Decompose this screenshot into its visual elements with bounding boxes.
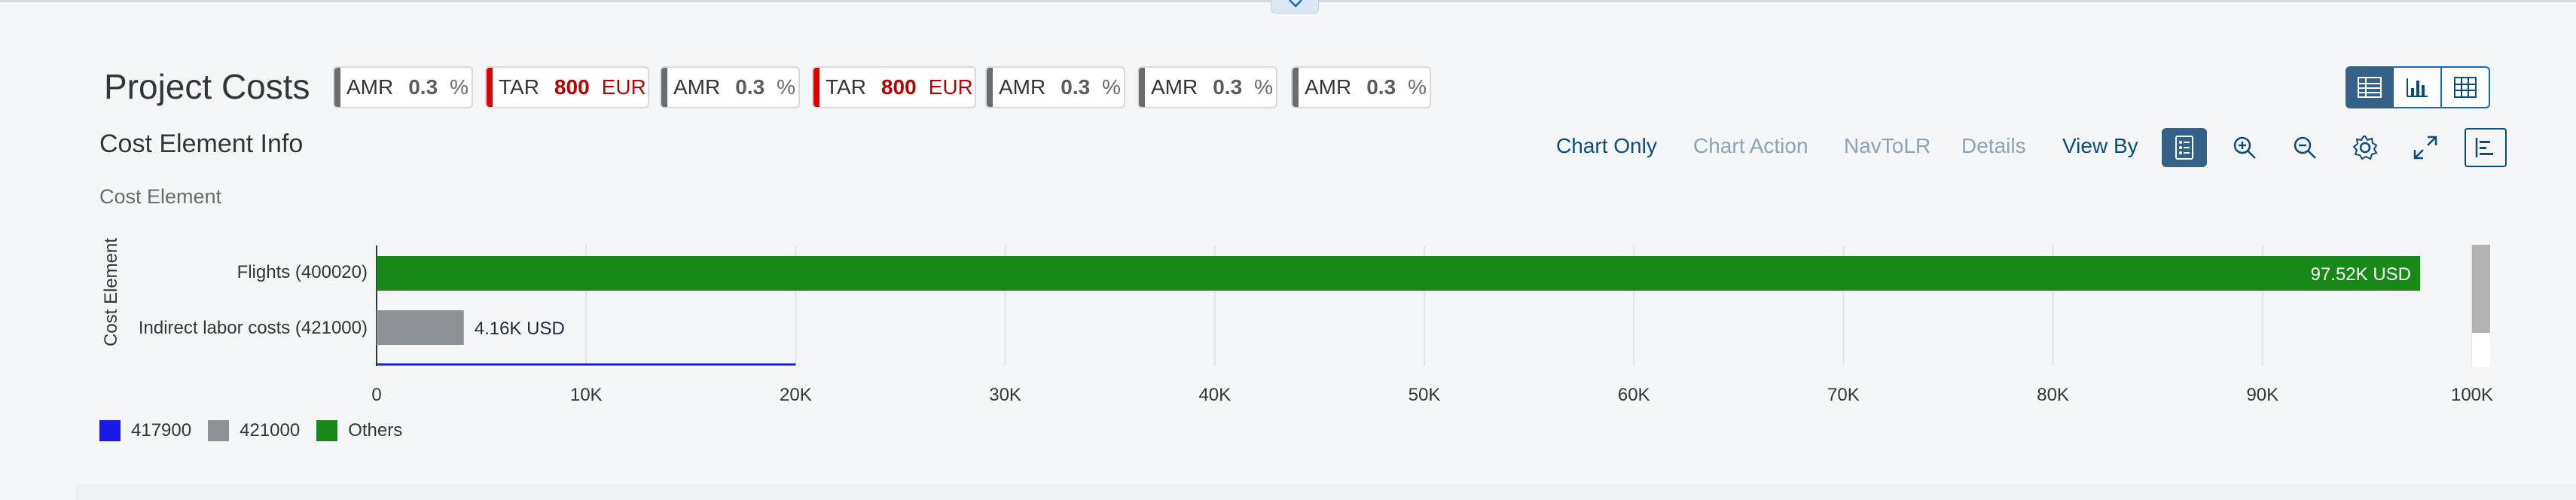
x-tick-label: 90K [2246, 385, 2278, 405]
legend-item-417900[interactable]: 417900 [99, 420, 191, 441]
data-label: 4.16K USD [475, 319, 565, 339]
chart-scrollbar-thumb[interactable] [2472, 245, 2490, 333]
legend-swatch-others [316, 420, 338, 441]
legend-label-421000: 421000 [240, 420, 301, 441]
bar-chart: 0 10K 20K 30K 40K 50K 60K 70K 80K 90K 100K 97.52K U… [371, 245, 2493, 405]
chart-legend: 417900 421000 Others [99, 420, 419, 441]
legend-label-417900: 417900 [131, 420, 192, 441]
legend-label-others: Others [348, 420, 403, 441]
chart-scrollbar[interactable] [2472, 245, 2490, 367]
x-tick-label: 70K [1827, 385, 1860, 405]
x-tick-label: 0 [371, 385, 381, 405]
x-tick-label: 80K [2037, 385, 2069, 405]
x-tick-label: 100K [2451, 385, 2493, 405]
bar-others [377, 256, 2421, 291]
x-tick-label: 40K [1198, 385, 1231, 405]
legend-swatch-417900 [99, 420, 121, 441]
x-tick-label: 30K [989, 385, 1021, 405]
x-tick-label: 50K [1409, 385, 1441, 405]
legend-item-others[interactable]: Others [316, 420, 402, 441]
x-tick-label: 60K [1618, 385, 1650, 405]
data-label: 97.52K USD [2311, 264, 2411, 285]
x-tick-label: 20K [780, 385, 812, 405]
bar-421000 [377, 310, 464, 345]
legend-swatch-421000 [208, 420, 230, 441]
x-tick-label: 10K [570, 385, 603, 405]
footer-band [75, 484, 2576, 500]
legend-item-421000[interactable]: 421000 [208, 420, 300, 441]
